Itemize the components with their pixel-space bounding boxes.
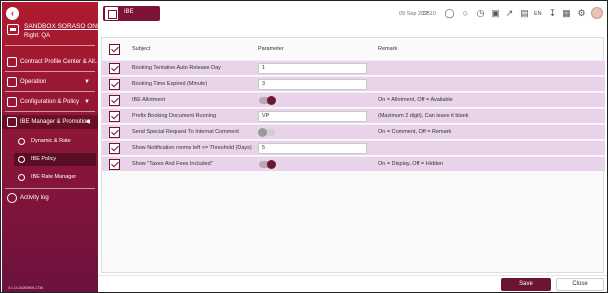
- report-icon[interactable]: ▤: [519, 8, 530, 19]
- row-subject: Prefix Booking Document Running: [132, 113, 217, 119]
- row-subject: Show Notification rooms left <= Threshol…: [132, 145, 252, 151]
- table-row: Show "Taxes And Fees Included" On = Disp…: [102, 156, 605, 171]
- sidebar-item-operation[interactable]: Operation ▼: [2, 75, 98, 89]
- bell-icon[interactable]: ◯: [444, 8, 455, 19]
- row-remark: On = Display, Off = Hidden: [378, 161, 444, 167]
- row-subject: IBE Allotment: [132, 97, 166, 103]
- avatar[interactable]: [591, 7, 603, 19]
- header: IBE 09 Sep 2025 22:10 ◯ ○ ◷ ▣ ↗ ▤ EN ↧ ▦…: [98, 2, 607, 28]
- row-remark: On = Comment, Off = Remark: [378, 129, 452, 135]
- policy-panel: Subject Parameter Remark Booking Tentati…: [101, 37, 605, 273]
- activity-log-icon: [7, 193, 17, 203]
- chevron-down-icon: ▼: [84, 79, 90, 85]
- sidebar-item-ibe-manager[interactable]: IBE Manager & Promotion ◀: [2, 115, 98, 129]
- table-row: Show Notification rooms left <= Threshol…: [102, 140, 605, 155]
- parameter-input[interactable]: 5: [258, 143, 367, 154]
- row-checkbox[interactable]: [109, 95, 120, 106]
- divider: [5, 45, 95, 46]
- sidebar: ‹ SANDBOX SORASO ONE 2 Right: QA Contrac…: [2, 2, 107, 292]
- toggle-knob: [267, 160, 276, 169]
- parameter-input[interactable]: VP: [258, 111, 367, 122]
- table-row: Booking Time Expired (Minute) 3: [102, 76, 605, 91]
- sidebar-item-contract-profile[interactable]: Contract Profile Center & All...: [2, 55, 100, 69]
- ibe-manager-icon: [7, 117, 17, 127]
- table-row: Send Special Request To Internal Comment…: [102, 124, 605, 139]
- chevron-down-icon: ▼: [84, 99, 90, 105]
- row-checkbox[interactable]: [109, 159, 120, 170]
- parameter-input[interactable]: 1: [258, 63, 367, 74]
- help-icon[interactable]: ○: [460, 8, 471, 19]
- dynamic-rate-icon: [18, 138, 25, 145]
- row-remark: On = Allotment, Off = Avaliable: [378, 97, 453, 103]
- gear-icon[interactable]: ⚙: [576, 8, 587, 19]
- sidebar-item-activity-log[interactable]: Activity log: [2, 191, 98, 205]
- table-header: Subject Parameter Remark: [102, 43, 605, 57]
- toggle-knob: [267, 96, 276, 105]
- divider: [5, 111, 95, 112]
- table-row: Booking Tentative Auto Release Day 1: [102, 60, 605, 75]
- parameter-toggle[interactable]: [259, 160, 276, 169]
- divider: [5, 91, 95, 92]
- chart-icon[interactable]: ↗: [504, 8, 515, 19]
- ibe-icon: [105, 7, 118, 20]
- row-checkbox[interactable]: [109, 111, 120, 122]
- calendar-icon[interactable]: ▣: [490, 8, 501, 19]
- gallery-icon[interactable]: ▦: [561, 8, 572, 19]
- row-checkbox[interactable]: [109, 127, 120, 138]
- app-window: ‹ SANDBOX SORASO ONE 2 Right: QA Contrac…: [0, 0, 608, 293]
- configuration-icon: [7, 97, 17, 107]
- sidebar-item-configuration[interactable]: Configuration & Policy ▼: [2, 95, 98, 109]
- parameter-toggle[interactable]: [258, 128, 275, 137]
- row-checkbox[interactable]: [109, 63, 120, 74]
- table-row: Prefix Booking Document Running VP (Maxi…: [102, 108, 605, 123]
- chevron-left-icon: ◀: [85, 119, 90, 125]
- row-subject: Booking Time Expired (Minute): [132, 81, 208, 87]
- row-subject: Send Special Request To Internal Comment: [132, 129, 239, 135]
- version-label: 0.1.14.20250905.1736: [8, 286, 44, 290]
- column-subject: Subject: [132, 46, 151, 52]
- footer-divider: [98, 275, 607, 276]
- row-checkbox[interactable]: [109, 143, 120, 154]
- sidebar-subitem-ibe-policy[interactable]: IBE Policy: [14, 153, 96, 166]
- toggle-knob: [258, 128, 267, 137]
- table-row: IBE Allotment On = Allotment, Off = Aval…: [102, 92, 605, 107]
- header-time: 22:10: [422, 11, 436, 17]
- contract-icon: [7, 57, 17, 67]
- select-all-checkbox[interactable]: [109, 44, 120, 55]
- policy-icon: [18, 156, 25, 163]
- download-icon[interactable]: ↧: [547, 8, 558, 19]
- back-icon[interactable]: ‹: [6, 7, 19, 20]
- save-button[interactable]: Save: [501, 278, 551, 291]
- row-remark: (Maximum 2 digit), Can leave it blank: [378, 113, 469, 119]
- row-checkbox[interactable]: [109, 79, 120, 90]
- row-subject: Show "Taxes And Fees Included": [132, 161, 213, 167]
- property-icon: [7, 24, 19, 35]
- column-parameter: Parameter: [258, 46, 284, 52]
- tab-ibe[interactable]: IBE: [103, 6, 160, 21]
- close-button[interactable]: Close: [556, 278, 604, 291]
- row-subject: Booking Tentative Auto Release Day: [132, 65, 221, 71]
- parameter-toggle[interactable]: [259, 96, 276, 105]
- clock-icon[interactable]: ◷: [475, 8, 486, 19]
- property-name[interactable]: SANDBOX SORASO ONE 2: [24, 23, 107, 30]
- column-remark: Remark: [378, 46, 398, 52]
- language-selector[interactable]: EN: [534, 11, 542, 17]
- divider: [5, 188, 95, 189]
- operation-icon: [7, 77, 17, 87]
- parameter-input[interactable]: 3: [258, 79, 367, 90]
- divider: [5, 71, 95, 72]
- rate-manager-icon: [18, 174, 25, 181]
- user-right: Right: QA: [24, 33, 51, 39]
- sidebar-subitem-ibe-rate-manager[interactable]: IBE Rate Manager: [14, 171, 96, 184]
- sidebar-subitem-dynamic-rate[interactable]: Dynamic & Rate: [14, 135, 96, 148]
